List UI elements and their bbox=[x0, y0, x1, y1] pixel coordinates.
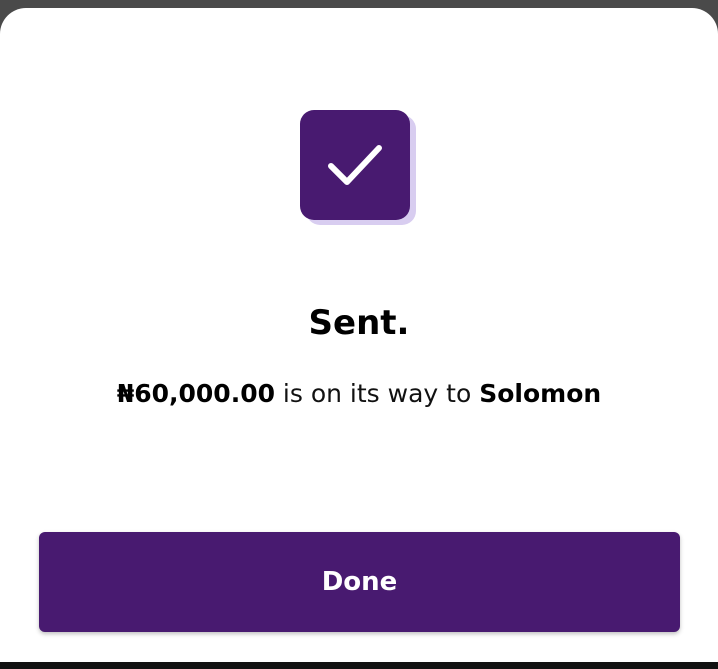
success-badge bbox=[300, 110, 410, 220]
transfer-amount: ₦60,000.00 bbox=[116, 379, 275, 408]
status-title: Sent. bbox=[308, 303, 410, 343]
transfer-message: ₦60,000.00 is on its way to Solomon bbox=[0, 376, 718, 412]
system-navigation-bar bbox=[0, 662, 718, 669]
transfer-message-text: is on its way to bbox=[274, 379, 480, 408]
confirmation-sheet: Sent. ₦60,000.00 is on its way to Solomo… bbox=[0, 8, 718, 662]
done-button[interactable]: Done bbox=[39, 532, 680, 632]
recipient-name: Solomon bbox=[479, 379, 602, 408]
checkmark-icon bbox=[328, 145, 382, 185]
